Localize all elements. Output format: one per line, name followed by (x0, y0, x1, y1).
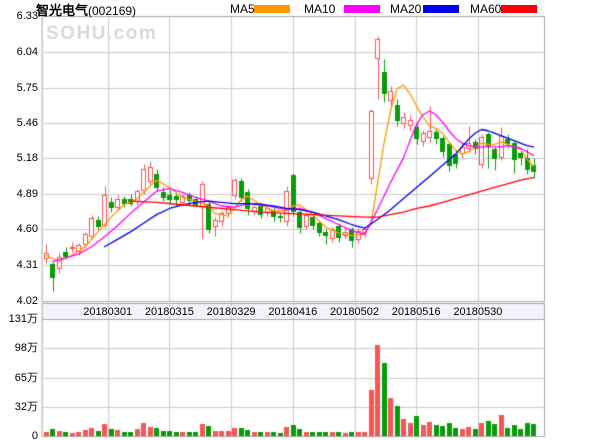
price-axis-label: 5.18 (0, 152, 38, 164)
legend-swatch-ma60 (501, 5, 537, 13)
legend-swatch-ma10 (344, 5, 380, 13)
price-axis-label: 4.02 (0, 295, 38, 307)
legend-swatch-ma5 (254, 5, 290, 13)
price-axis-label: 5.46 (0, 117, 38, 129)
chart-header: 智光电气(002169) (36, 0, 136, 16)
volume-axis-label: 0 (0, 430, 38, 440)
price-axis-label: 6.04 (0, 46, 38, 58)
price-axis-label: 4.89 (0, 188, 38, 200)
legend-label-ma5: MA5 (230, 2, 255, 16)
price-axis-label: 6.33 (0, 10, 38, 22)
price-axis-label: 4.60 (0, 223, 38, 235)
legend-label-ma20: MA20 (390, 2, 421, 16)
stock-chart-page: 智光电气(002169) MA5 MA10 MA20 MA60 SOHU.com 6.… (0, 0, 600, 440)
price-axis-label: 4.31 (0, 259, 38, 271)
date-axis-label: 20180329 (196, 305, 266, 319)
volume-axis-label: 131万 (0, 313, 38, 325)
date-axis-label: 20180530 (443, 305, 513, 319)
volume-axis-label: 32万 (0, 401, 38, 413)
legend-label-ma60: MA60 (470, 2, 501, 16)
date-axis-label: 20180301 (73, 305, 143, 319)
date-axis-label: 20180315 (134, 305, 204, 319)
volume-axis-label: 65万 (0, 372, 38, 384)
price-axis-label: 5.75 (0, 82, 38, 94)
sohu-watermark: SOHU.com (46, 23, 157, 45)
date-axis-label: 20180516 (381, 305, 451, 319)
stock-title: 智光电气 (36, 3, 88, 18)
date-axis-label: 20180502 (320, 305, 390, 319)
kline-chart-canvas (0, 0, 600, 440)
legend-swatch-ma20 (423, 5, 459, 13)
date-axis-label: 20180416 (258, 305, 328, 319)
volume-axis-label: 98万 (0, 342, 38, 354)
legend-label-ma10: MA10 (304, 2, 335, 16)
stock-code: (002169) (88, 4, 136, 18)
